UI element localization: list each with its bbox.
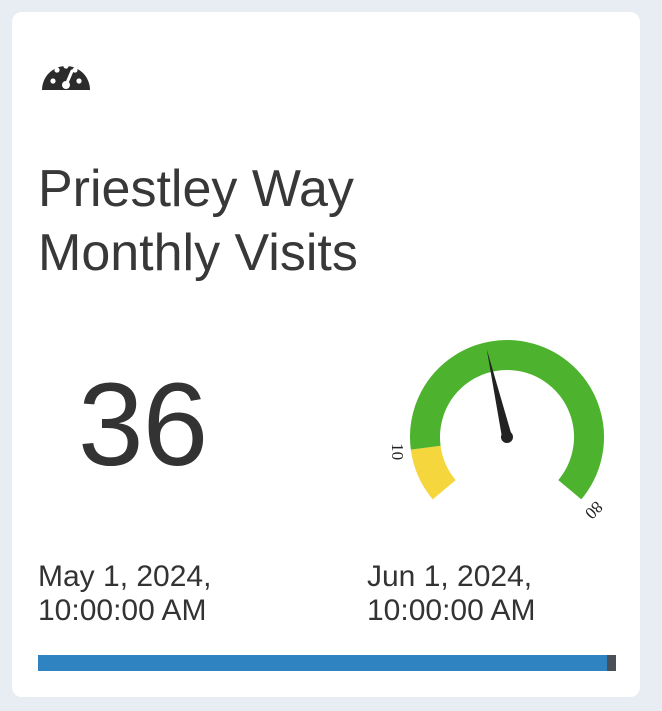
gauge: 10 80 <box>367 317 627 537</box>
metric-card: Priestley Way Monthly Visits 36 10 80 Ma… <box>12 12 640 697</box>
gauge-low-arc <box>410 445 457 500</box>
gauge-max-label: 80 <box>581 497 606 522</box>
end-time: 10:00:00 AM <box>367 594 536 627</box>
gauge-threshold-label: 10 <box>388 443 407 460</box>
card-title-line-1: Priestley Way <box>38 160 354 218</box>
end-date-label: Jun 1, 2024, 10:00:00 AM <box>367 560 535 628</box>
card-title: Priestley Way Monthly Visits <box>38 157 358 285</box>
start-time: 10:00:00 AM <box>38 594 207 627</box>
gauge-needle-hub <box>501 431 513 443</box>
time-progress-bar <box>38 655 616 671</box>
start-date-label: May 1, 2024, 10:00:00 AM <box>38 560 211 628</box>
end-date: Jun 1, 2024, <box>367 560 533 593</box>
tachometer-icon <box>38 50 94 96</box>
start-date: May 1, 2024, <box>38 560 212 593</box>
card-title-line-2: Monthly Visits <box>38 224 358 282</box>
time-progress-fill <box>38 655 608 671</box>
metric-value: 36 <box>78 359 208 491</box>
